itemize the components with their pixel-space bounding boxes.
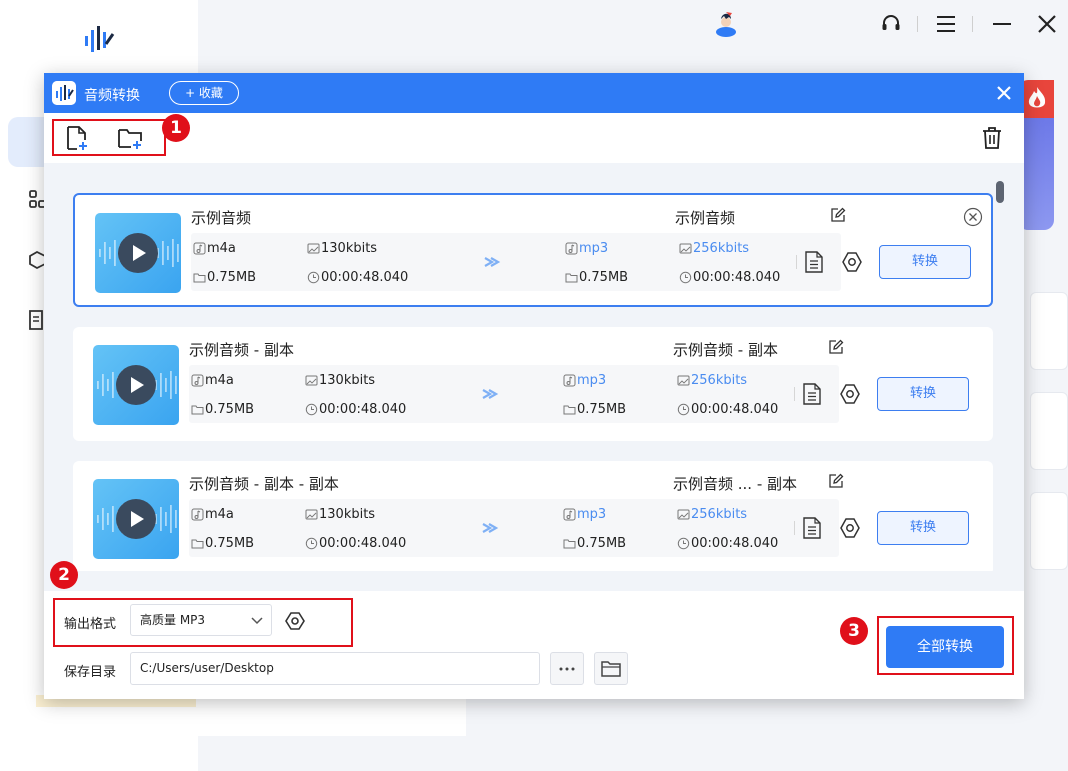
audio-convert-logo-icon	[52, 81, 76, 105]
favorite-button[interactable]: + 收藏	[169, 81, 239, 105]
folder-icon	[601, 661, 621, 677]
action-separator	[796, 255, 797, 269]
edit-icon[interactable]	[828, 473, 844, 489]
target-file-name: 示例音频	[675, 209, 736, 227]
source-format: m4a	[193, 241, 236, 256]
minimize-icon[interactable]	[990, 12, 1014, 36]
convert-arrow-icon	[482, 523, 499, 533]
target-format: mp3	[563, 373, 606, 388]
target-file-name: 示例音频 ... - 副本	[673, 475, 798, 493]
file-list-item[interactable]: 示例音频 - 副本 示例音频 - 副本 m4a 130kbits 0.75MB …	[73, 327, 993, 441]
edit-icon[interactable]	[828, 339, 844, 355]
convert-button[interactable]: 转换	[877, 511, 969, 545]
browse-more-button[interactable]	[550, 652, 584, 685]
toolbar-separator	[917, 16, 918, 32]
play-button[interactable]	[116, 365, 156, 405]
source-bitrate: 130kbits	[307, 241, 377, 256]
source-file-name: 示例音频 - 副本	[189, 341, 294, 359]
trash-icon[interactable]	[979, 125, 1005, 151]
dialog-toolbar	[44, 113, 1024, 163]
file-list-item[interactable]: 示例音频 - 副本 - 副本 示例音频 ... - 副本 m4a 130kbit…	[73, 461, 993, 571]
annotation-badge: 1	[162, 114, 190, 142]
target-bitrate: 256kbits	[679, 241, 749, 256]
annotation-badge: 3	[840, 617, 868, 645]
source-file-name: 示例音频	[191, 209, 252, 227]
annotation-box-output-format	[53, 598, 353, 647]
play-icon	[131, 511, 144, 527]
action-separator	[794, 387, 795, 401]
file-settings-icon[interactable]	[801, 382, 823, 406]
source-size: 0.75MB	[193, 270, 256, 285]
toolbar-separator	[972, 16, 973, 32]
file-settings-icon[interactable]	[801, 516, 823, 540]
annotation-box-add-files	[52, 119, 166, 156]
dialog-title: 音频转换	[84, 88, 140, 104]
source-format: m4a	[191, 373, 234, 388]
source-duration: 00:00:48.040	[305, 402, 406, 417]
more-dots-icon	[559, 667, 575, 671]
file-settings-icon[interactable]	[803, 250, 825, 274]
source-size: 0.75MB	[191, 402, 254, 417]
annotation-box-convert-all	[877, 616, 1014, 675]
audio-thumbnail[interactable]	[95, 213, 181, 293]
remove-item-icon[interactable]	[963, 207, 983, 227]
convert-button[interactable]: 转换	[877, 377, 969, 411]
fire-icon	[1028, 87, 1046, 108]
target-bitrate: 256kbits	[677, 373, 747, 388]
save-directory-input[interactable]: C:/Users/user/Desktop	[130, 652, 540, 685]
close-icon[interactable]	[1035, 12, 1059, 36]
target-duration: 00:00:48.040	[677, 402, 778, 417]
dialog-titlebar: 音频转换 + 收藏	[44, 73, 1024, 113]
background-card	[1030, 292, 1068, 370]
play-button[interactable]	[118, 233, 158, 273]
background-card	[1030, 492, 1068, 570]
target-size: 0.75MB	[565, 270, 628, 285]
settings-icon[interactable]	[839, 383, 861, 405]
target-size: 0.75MB	[563, 402, 626, 417]
settings-icon[interactable]	[841, 251, 863, 273]
dialog-close-icon[interactable]	[994, 83, 1014, 103]
source-bitrate: 130kbits	[305, 373, 375, 388]
convert-arrow-icon	[484, 257, 501, 267]
edit-icon[interactable]	[830, 207, 846, 223]
target-file-name: 示例音频 - 副本	[673, 341, 778, 359]
convert-arrow-icon	[482, 389, 499, 399]
scrollbar-thumb[interactable]	[996, 181, 1004, 203]
source-duration: 00:00:48.040	[305, 536, 406, 551]
source-size: 0.75MB	[191, 536, 254, 551]
background-card	[1030, 392, 1068, 470]
audio-thumbnail[interactable]	[93, 479, 179, 559]
target-format: mp3	[563, 507, 606, 522]
target-size: 0.75MB	[563, 536, 626, 551]
source-format: m4a	[191, 507, 234, 522]
play-icon	[133, 245, 146, 261]
play-button[interactable]	[116, 499, 156, 539]
settings-icon[interactable]	[839, 517, 861, 539]
source-bitrate: 130kbits	[305, 507, 375, 522]
menu-icon[interactable]	[934, 12, 958, 36]
background-panel	[198, 696, 466, 736]
annotation-badge: 2	[50, 561, 78, 589]
target-duration: 00:00:48.040	[679, 270, 780, 285]
file-list-item[interactable]: 示例音频 示例音频 m4a 130kbits 0.75MB 00:00:48.0…	[73, 193, 993, 307]
target-duration: 00:00:48.040	[677, 536, 778, 551]
action-separator	[794, 521, 795, 535]
source-file-name: 示例音频 - 副本 - 副本	[189, 475, 339, 493]
user-avatar-icon[interactable]	[713, 10, 739, 38]
app-logo-icon	[85, 26, 115, 52]
audio-thumbnail[interactable]	[93, 345, 179, 425]
convert-button[interactable]: 转换	[879, 245, 971, 279]
headset-icon[interactable]	[879, 12, 903, 36]
file-list: 示例音频 示例音频 m4a 130kbits 0.75MB 00:00:48.0…	[44, 163, 1024, 571]
target-format: mp3	[565, 241, 608, 256]
save-directory-label: 保存目录	[64, 665, 117, 680]
open-folder-button[interactable]	[594, 652, 628, 685]
play-icon	[131, 377, 144, 393]
target-bitrate: 256kbits	[677, 507, 747, 522]
source-duration: 00:00:48.040	[307, 270, 408, 285]
